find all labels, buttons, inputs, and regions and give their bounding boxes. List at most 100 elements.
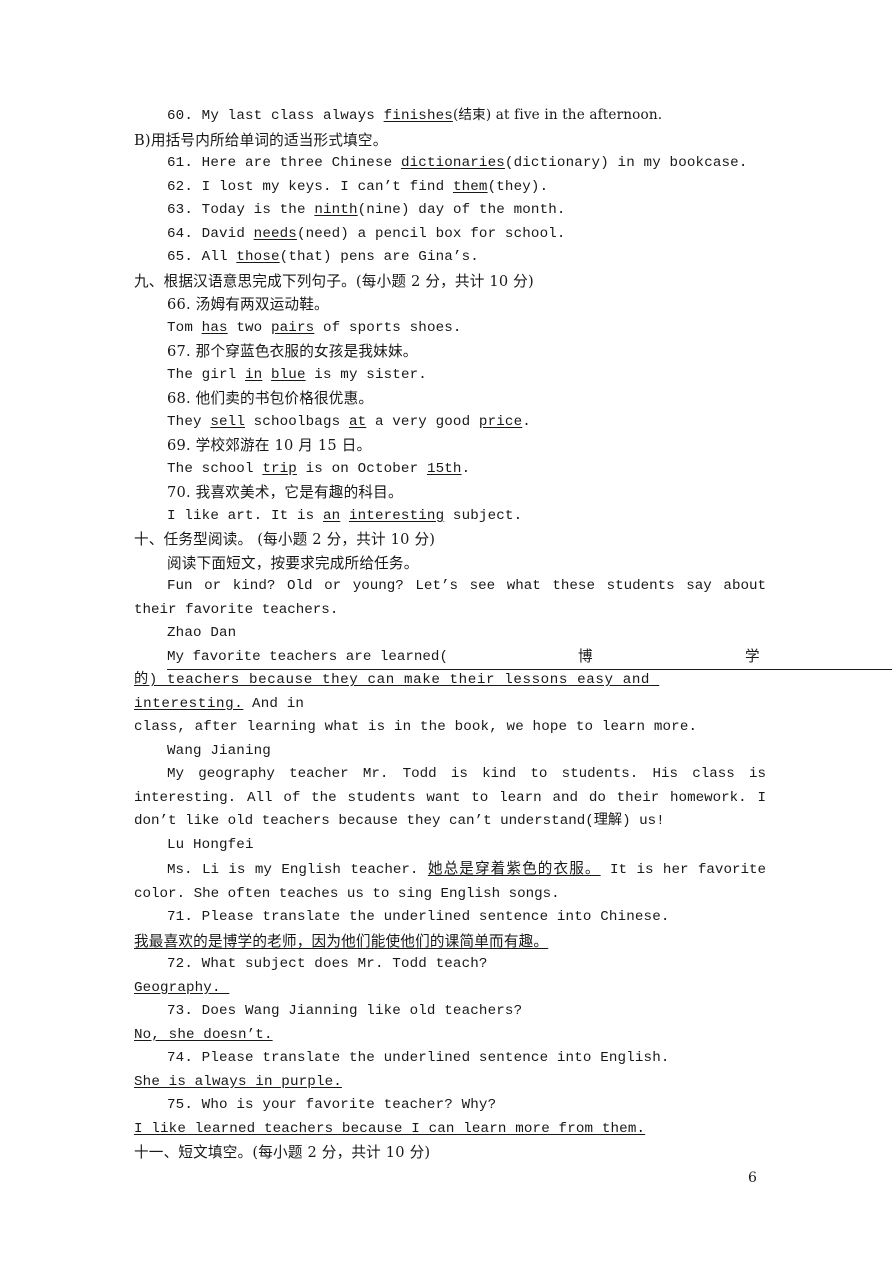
answer-blank: blue bbox=[270, 366, 306, 383]
question-72: 72. What subject does Mr. Todd teach? bbox=[134, 953, 766, 977]
answer-text bbox=[340, 508, 349, 524]
translate-item-70-answer: I like art. It is an interesting subject… bbox=[134, 505, 766, 529]
answer-blank: interesting bbox=[348, 507, 445, 524]
fill-blank-item-62: 62. I lost my keys. I can’t find them(th… bbox=[134, 176, 766, 200]
fill-blank-item-65: 65. All those(that) pens are Gina’s. bbox=[134, 246, 766, 270]
item-number: 61. bbox=[167, 155, 193, 171]
answer-text: two bbox=[227, 319, 271, 336]
page-content: 60. My last class always finishes(结束) at… bbox=[134, 104, 892, 1165]
section-ten-heading: 十、任务型阅读。 (每小题 2 分，共计 10 分) bbox=[134, 531, 436, 548]
answer-blank: pairs bbox=[270, 319, 315, 336]
answer-text: They bbox=[167, 413, 211, 430]
answer-text: . bbox=[461, 460, 471, 477]
answer-blank: an bbox=[322, 507, 341, 524]
item-number: 67. bbox=[167, 343, 191, 360]
passage-paragraph-1-rest: class, after learning what is in the boo… bbox=[134, 719, 698, 735]
translate-item-68-chinese: 68. 他们卖的书包价格很优惠。 bbox=[134, 387, 766, 411]
question-number: 73. bbox=[167, 1003, 193, 1019]
translate-item-70-chinese: 70. 我喜欢美术，它是有趣的科目。 bbox=[134, 481, 766, 505]
translate-item-66-answer: Tom has two pairs of sports shoes. bbox=[134, 317, 766, 341]
translate-item-67-answer: The girl in blue is my sister. bbox=[134, 364, 766, 388]
answer-blank: price bbox=[478, 413, 523, 430]
item-text-pre: My last class always bbox=[201, 108, 384, 124]
section-nine-heading: 九、根据汉语意思完成下列句子。(每小题 2 分，共计 10 分) bbox=[134, 272, 534, 290]
section-ten-instruction: 阅读下面短文，按要求完成所给任务。 bbox=[167, 554, 419, 572]
answer-text: of sports shoes. bbox=[314, 319, 462, 336]
speaker-name-wang-jianing: Wang Jianing bbox=[167, 742, 271, 759]
question-number: 72. bbox=[167, 956, 193, 972]
translate-item-69-chinese: 69. 学校郊游在 10 月 15 日。 bbox=[134, 434, 766, 458]
question-text: Please translate the underlined sentence… bbox=[201, 1050, 670, 1066]
item-answer-blank: those bbox=[236, 249, 280, 265]
question-75: 75. Who is your favorite teacher? Why? bbox=[134, 1094, 766, 1118]
question-number: 75. bbox=[167, 1097, 193, 1113]
answer-71: 我最喜欢的是博学的老师，因为他们能使他们的课简单而有趣。 bbox=[134, 932, 549, 950]
answer-text: The girl bbox=[167, 366, 245, 383]
item-text-pre: All bbox=[201, 249, 237, 265]
question-74: 74. Please translate the underlined sent… bbox=[134, 1047, 766, 1071]
passage-intro: Fun or kind? Old or young? Let’s see wha… bbox=[134, 578, 766, 618]
underlined-gloss-line-2: 的) teachers because they can make their … bbox=[134, 669, 766, 716]
question-71: 71. Please translate the underlined sent… bbox=[134, 906, 766, 930]
item-chinese: 汤姆有两双运动鞋。 bbox=[195, 296, 329, 313]
fill-blank-item-63: 63. Today is the ninth(nine) day of the … bbox=[134, 199, 766, 223]
answer-blank: in bbox=[244, 366, 263, 383]
answer-blank: sell bbox=[210, 413, 245, 430]
item-text-post: (that) pens are Gina’s. bbox=[279, 249, 479, 265]
underlined-gloss-line-1: My favorite teachers are learned( 博 学 bbox=[134, 646, 892, 670]
item-number: 64. bbox=[167, 225, 193, 242]
item-chinese: 学校郊游在 10 月 15 日。 bbox=[195, 437, 372, 454]
answer-text: I like art. It is bbox=[167, 507, 323, 524]
item-chinese: 他们卖的书包价格很优惠。 bbox=[195, 390, 374, 407]
item-chinese: 我喜欢美术，它是有趣的科目。 bbox=[195, 484, 403, 501]
answer-text: schoolbags bbox=[244, 413, 349, 430]
passage-paragraph-3: Ms. Li is my English teacher. 她总是穿着紫色的衣服… bbox=[134, 857, 766, 906]
item-answer-blank: finishes bbox=[383, 108, 453, 124]
gloss-text-before: My favorite teachers are learned( bbox=[167, 648, 448, 665]
translate-item-66-chinese: 66. 汤姆有两双运动鞋。 bbox=[134, 293, 766, 317]
answer-blank: 15th bbox=[426, 460, 462, 477]
answer-74: She is always in purple. bbox=[134, 1073, 342, 1090]
item-number: 70. bbox=[167, 484, 191, 501]
speaker-name-lu-hongfei: Lu Hongfei bbox=[167, 836, 254, 853]
item-number: 68. bbox=[167, 390, 191, 407]
item-answer-blank: needs bbox=[253, 225, 297, 242]
answer-text: Tom bbox=[167, 319, 202, 336]
answer-75: I like learned teachers because I can le… bbox=[134, 1120, 646, 1137]
gloss-underline-row: My favorite teachers are learned( 博 学 bbox=[167, 646, 892, 670]
passage-underlined-chinese: 她总是穿着紫色的衣服。 bbox=[427, 860, 601, 877]
answer-blank: at bbox=[348, 413, 367, 430]
answer-blank: trip bbox=[262, 460, 297, 477]
answer-text bbox=[262, 367, 271, 383]
item-answer-blank: dictionaries bbox=[400, 155, 505, 171]
question-text: Who is your favorite teacher? Why? bbox=[201, 1097, 497, 1113]
item-answer-blank: ninth bbox=[314, 202, 358, 218]
question-text: What subject does Mr. Todd teach? bbox=[201, 956, 488, 972]
item-text-post: (结束) at five in the afternoon. bbox=[452, 107, 663, 123]
fill-blank-item-64: 64. David needs(need) a pencil box for s… bbox=[134, 223, 766, 247]
item-number: 63. bbox=[167, 202, 193, 218]
answer-blank: has bbox=[201, 319, 228, 336]
answer-text: . bbox=[522, 413, 531, 430]
question-number: 74. bbox=[167, 1050, 193, 1066]
item-text-pre: Here are three Chinese bbox=[201, 155, 401, 171]
answer-72: Geography. bbox=[134, 979, 230, 996]
gloss-cjk-xue: 学 bbox=[745, 647, 760, 665]
fill-blank-item-61: 61. Here are three Chinese dictionaries(… bbox=[134, 152, 766, 176]
gloss-cjk-bo: 博 bbox=[578, 647, 593, 665]
item-answer-blank: them bbox=[452, 178, 488, 195]
passage-paragraph-2: My geography teacher Mr. Todd is kind to… bbox=[134, 766, 766, 829]
answer-text: subject. bbox=[444, 507, 523, 524]
item-text-post: (they). bbox=[487, 178, 549, 195]
section-b-heading: B)用括号内所给单词的适当形式填空。 bbox=[134, 131, 388, 149]
question-text: Please translate the underlined sentence… bbox=[201, 909, 670, 925]
section-eleven-heading: 十一、短文填空。(每小题 2 分，共计 10 分) bbox=[134, 1144, 431, 1161]
answer-text: a very good bbox=[366, 413, 479, 430]
item-number: 66. bbox=[167, 296, 191, 313]
item-text-pre: I lost my keys. I can’t find bbox=[201, 178, 453, 195]
answer-73: No, she doesn’t. bbox=[134, 1026, 273, 1043]
page-number: 6 bbox=[748, 1170, 757, 1186]
fill-blank-item-60: 60. My last class always finishes(结束) at… bbox=[134, 104, 766, 129]
translate-item-68-answer: They sell schoolbags at a very good pric… bbox=[134, 411, 766, 435]
gloss-underlined-tail: 的) teachers because they can make their … bbox=[134, 672, 660, 712]
